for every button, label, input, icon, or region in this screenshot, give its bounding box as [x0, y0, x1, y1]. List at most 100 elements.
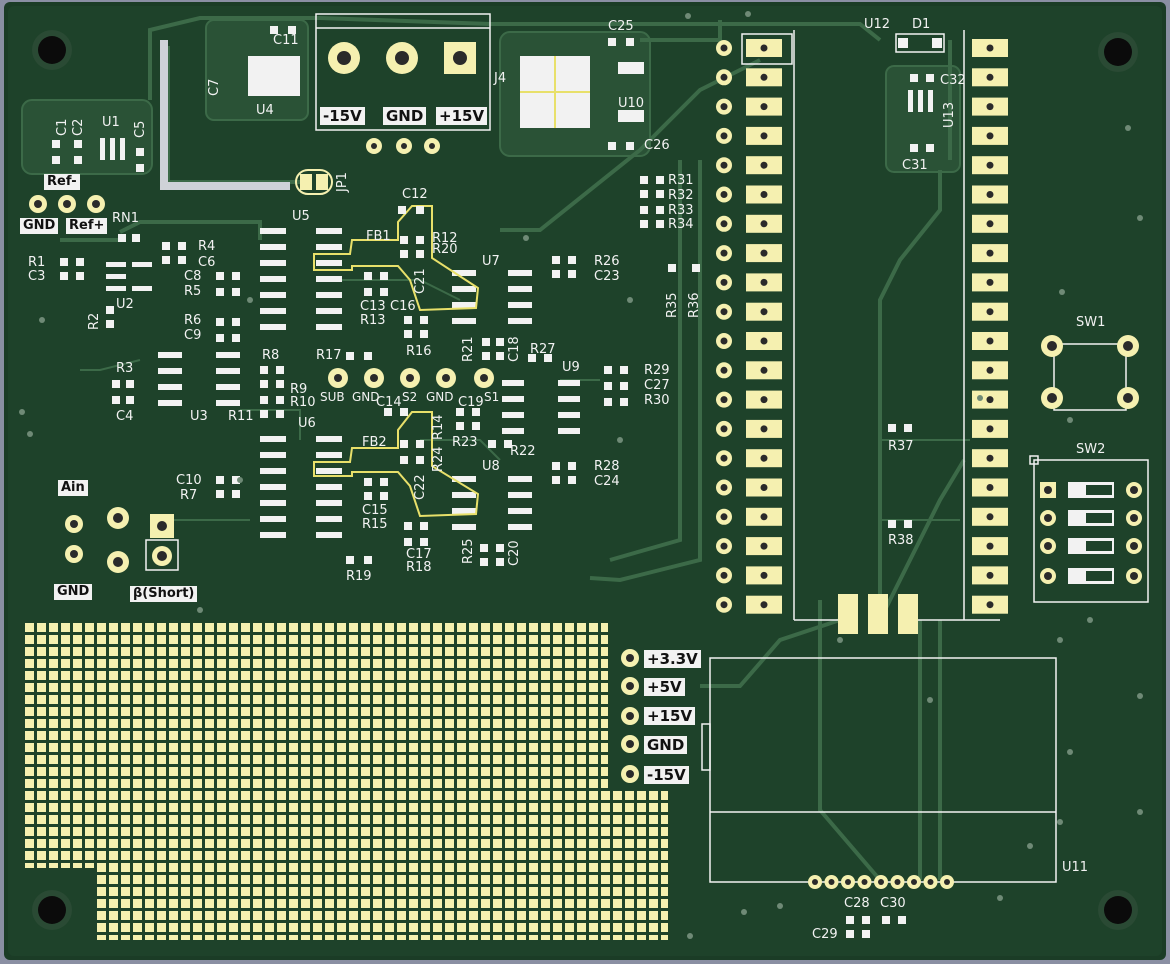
ref-C23: C23 [594, 269, 620, 284]
ref-C27: C27 [644, 378, 670, 393]
ref-U6: U6 [298, 416, 316, 431]
module-pin [907, 875, 921, 889]
ref-SW1: SW1 [1076, 315, 1106, 330]
ref-U4: U4 [256, 103, 274, 118]
ref-R24: R24 [431, 446, 446, 472]
via [27, 431, 33, 437]
header-pin [972, 185, 1008, 204]
via [197, 607, 203, 613]
ref-C9: C9 [184, 328, 202, 343]
ref-R7: R7 [180, 488, 198, 503]
module-pin [890, 875, 905, 889]
ref-C20: C20 [507, 540, 522, 566]
ref-C26: C26 [644, 138, 670, 153]
ref-R35: R35 [665, 292, 680, 318]
rail-label-neg15: -15V [320, 107, 365, 125]
header-pin [972, 273, 1008, 292]
ref-R34: R34 [668, 217, 694, 232]
via [1027, 843, 1033, 849]
header-pin [716, 332, 782, 350]
header-pin [716, 537, 782, 556]
supply-label-gnd: GND [644, 736, 688, 754]
header-pin [716, 390, 782, 409]
ref-C16: C16 [390, 299, 416, 314]
via [777, 903, 783, 909]
header-pin [972, 68, 1008, 87]
ref-U5: U5 [292, 209, 310, 224]
ref-C8: C8 [184, 269, 202, 284]
via [685, 13, 691, 19]
ref-R22: R22 [510, 444, 536, 459]
via [741, 909, 747, 915]
ref-U9: U9 [562, 360, 580, 375]
ref-R23: R23 [452, 435, 478, 450]
header-pin [716, 302, 782, 321]
ref-R36: R36 [687, 292, 702, 318]
header-pin [716, 507, 782, 526]
ref-R21: R21 [461, 336, 476, 362]
ref-RN1: RN1 [112, 211, 140, 226]
module-pin [923, 875, 938, 889]
via [247, 297, 253, 303]
via [1057, 819, 1063, 825]
ref-R17: R17 [316, 348, 342, 363]
probe-label-gnd2: GND [426, 390, 454, 404]
header-pin [972, 97, 1008, 116]
header-pin [972, 537, 1008, 556]
ain-gnd-label: GND [54, 584, 93, 600]
ref-C18: C18 [507, 336, 522, 362]
header-pin [716, 244, 782, 263]
ref-R33: R33 [668, 203, 694, 218]
header-pin [972, 244, 1008, 263]
module-pin [841, 875, 855, 889]
header-pin [716, 39, 782, 57]
ref-C12: C12 [402, 187, 428, 202]
via [19, 409, 25, 415]
ref-U11: U11 [1062, 860, 1089, 875]
probe-label-sub: SUB [320, 390, 345, 404]
supply-label-3v3: +3.3V [644, 650, 701, 668]
header-pin [716, 214, 782, 233]
header-pin [972, 419, 1008, 438]
via [1137, 215, 1143, 221]
header-pin [972, 478, 1008, 497]
ref-R13: R13 [360, 313, 386, 328]
ref-label-neg: Ref- [44, 174, 80, 190]
ref-label-gnd: GND [20, 218, 59, 234]
ref-C5: C5 [133, 120, 148, 138]
header-pin [972, 302, 1008, 321]
header-pin [972, 361, 1008, 380]
header-pin [972, 156, 1008, 175]
ref-R10: R10 [290, 395, 316, 410]
via [237, 477, 243, 483]
ref-U8: U8 [482, 459, 500, 474]
header-pin [716, 273, 782, 292]
ref-J4: J4 [494, 71, 507, 86]
ref-R20: R20 [432, 242, 458, 257]
via [617, 437, 623, 443]
module-pin [824, 875, 839, 889]
ref-SW2: SW2 [1076, 442, 1106, 457]
ref-JP1: JP1 [335, 172, 350, 192]
ref-U7: U7 [482, 254, 500, 269]
header-pin [716, 595, 782, 614]
supply-label-15v: +15V [644, 707, 696, 725]
header-pin [972, 214, 1008, 233]
ref-R18: R18 [406, 560, 432, 575]
ref-R30: R30 [644, 393, 670, 408]
via [1087, 617, 1093, 623]
via [997, 895, 1003, 901]
ref-C7: C7 [207, 78, 222, 96]
supply-label-5v: +5V [644, 678, 685, 696]
via [1057, 637, 1063, 643]
ref-R28: R28 [594, 459, 620, 474]
module-pin [874, 875, 888, 889]
via [927, 697, 933, 703]
ref-C13: C13 [360, 299, 386, 314]
ref-C2: C2 [71, 118, 86, 136]
ref-C15: C15 [362, 503, 388, 518]
via [977, 395, 983, 401]
probe-label-s1: S1 [484, 390, 500, 404]
ref-R31: R31 [668, 173, 694, 188]
header-pin [716, 566, 782, 585]
